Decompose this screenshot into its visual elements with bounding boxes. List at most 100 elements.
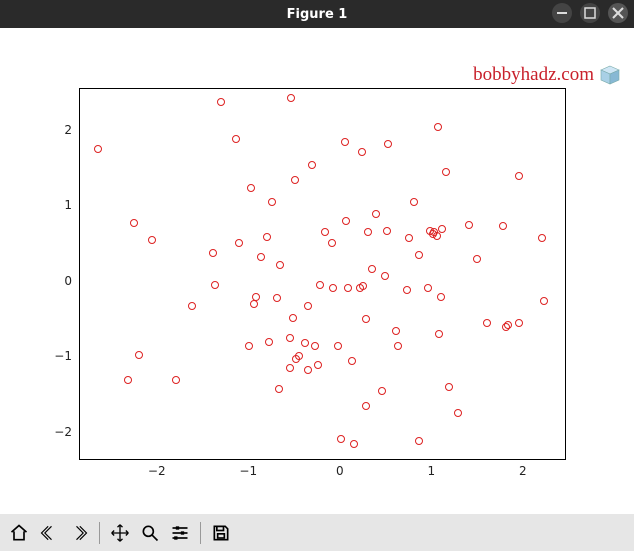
figure-canvas[interactable]: bobbyhadz.com −2−1012 −2−1012: [0, 28, 634, 514]
data-point: [289, 314, 297, 322]
data-point: [442, 168, 450, 176]
data-point: [321, 228, 329, 236]
data-point: [245, 342, 253, 350]
watermark: bobbyhadz.com: [473, 64, 620, 86]
data-point: [265, 338, 273, 346]
data-point: [209, 249, 217, 257]
save-button[interactable]: [208, 520, 234, 546]
data-point: [454, 409, 462, 417]
data-point: [515, 172, 523, 180]
data-point: [368, 265, 376, 273]
data-point: [437, 293, 445, 301]
data-point: [392, 327, 400, 335]
toolbar-separator: [99, 522, 100, 544]
y-tick-label: −2: [54, 425, 72, 439]
data-point: [342, 217, 350, 225]
pan-button[interactable]: [107, 520, 133, 546]
data-point: [291, 176, 299, 184]
data-point: [211, 281, 219, 289]
window-titlebar: Figure 1: [0, 0, 634, 28]
data-point: [415, 251, 423, 259]
data-point: [295, 352, 303, 360]
data-point: [438, 225, 446, 233]
cube-icon: [600, 65, 620, 85]
x-tick-label: −1: [239, 464, 257, 478]
data-point: [410, 198, 418, 206]
data-point: [504, 321, 512, 329]
minimize-button[interactable]: [552, 3, 572, 23]
data-point: [483, 319, 491, 327]
zoom-button[interactable]: [137, 520, 163, 546]
data-point: [286, 364, 294, 372]
data-point: [540, 297, 548, 305]
data-point: [232, 135, 240, 143]
data-point: [383, 227, 391, 235]
plot-area[interactable]: [79, 88, 566, 460]
data-point: [276, 261, 284, 269]
watermark-text: bobbyhadz.com: [473, 64, 594, 86]
data-point: [359, 282, 367, 290]
maximize-button[interactable]: [580, 3, 600, 23]
data-point: [328, 239, 336, 247]
data-point: [403, 286, 411, 294]
x-tick-label: 1: [427, 464, 435, 478]
data-point: [358, 148, 366, 156]
data-point: [273, 294, 281, 302]
y-tick-label: 1: [64, 198, 72, 212]
data-point: [172, 376, 180, 384]
data-point: [372, 210, 380, 218]
scatter-points: [80, 89, 565, 459]
data-point: [434, 123, 442, 131]
data-point: [341, 138, 349, 146]
data-point: [287, 94, 295, 102]
y-tick-label: −1: [54, 349, 72, 363]
data-point: [445, 383, 453, 391]
data-point: [268, 198, 276, 206]
data-point: [124, 376, 132, 384]
home-button[interactable]: [6, 520, 32, 546]
data-point: [435, 330, 443, 338]
data-point: [301, 339, 309, 347]
data-point: [135, 351, 143, 359]
toolbar-separator: [200, 522, 201, 544]
data-point: [394, 342, 402, 350]
data-point: [348, 357, 356, 365]
data-point: [350, 440, 358, 448]
data-point: [465, 221, 473, 229]
data-point: [148, 236, 156, 244]
data-point: [252, 293, 260, 301]
back-button[interactable]: [36, 520, 62, 546]
data-point: [344, 284, 352, 292]
data-point: [384, 140, 392, 148]
data-point: [314, 361, 322, 369]
data-point: [217, 98, 225, 106]
data-point: [381, 272, 389, 280]
data-point: [433, 232, 441, 240]
data-point: [304, 302, 312, 310]
data-point: [308, 161, 316, 169]
configure-button[interactable]: [167, 520, 193, 546]
data-point: [316, 281, 324, 289]
data-point: [130, 219, 138, 227]
window-controls: [552, 3, 628, 23]
forward-button[interactable]: [66, 520, 92, 546]
data-point: [499, 222, 507, 230]
data-point: [424, 284, 432, 292]
data-point: [473, 255, 481, 263]
data-point: [247, 184, 255, 192]
x-tick-label: 2: [519, 464, 527, 478]
y-tick-label: 2: [64, 123, 72, 137]
x-tick-label: −2: [148, 464, 166, 478]
close-button[interactable]: [608, 3, 628, 23]
data-point: [250, 300, 258, 308]
data-point: [188, 302, 196, 310]
data-point: [337, 435, 345, 443]
data-point: [538, 234, 546, 242]
data-point: [263, 233, 271, 241]
data-point: [235, 239, 243, 247]
window-title: Figure 1: [0, 7, 634, 22]
data-point: [362, 402, 370, 410]
data-point: [405, 234, 413, 242]
x-tick-label: 0: [336, 464, 344, 478]
data-point: [275, 385, 283, 393]
